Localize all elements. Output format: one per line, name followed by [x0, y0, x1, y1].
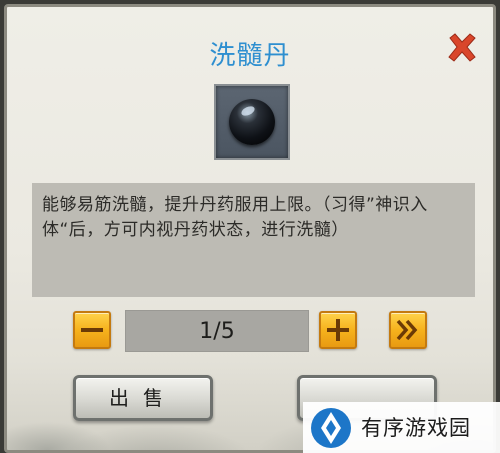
sell-button[interactable]: 出售 [73, 375, 213, 421]
item-description: 能够易筋洗髓，提升丹药服用上限。（习得”神识入体“后，方可内视丹药状态，进行洗髓… [42, 195, 428, 240]
watermark-logo-icon [311, 408, 351, 448]
close-icon [448, 33, 476, 62]
increase-quantity-button[interactable] [319, 311, 357, 349]
quantity-display: 1/5 [125, 310, 309, 352]
item-title: 洗髓丹 [209, 41, 291, 71]
close-button[interactable] [445, 31, 479, 65]
watermark: 有序游戏园 [303, 402, 500, 453]
watermark-text: 有序游戏园 [361, 416, 471, 440]
plus-icon [327, 319, 349, 341]
item-detail-dialog: 洗髓丹 能够易筋洗髓，提升丹药服用上限。（习得”神识入体“后，方可内视丹药状态，… [4, 4, 496, 453]
item-icon-frame [214, 84, 290, 160]
minus-icon [81, 328, 103, 332]
decrease-quantity-button[interactable] [73, 311, 111, 349]
item-description-box: 能够易筋洗髓，提升丹药服用上限。（习得”神识入体“后，方可内视丹药状态，进行洗髓… [32, 183, 475, 297]
double-chevron-right-icon [396, 319, 418, 341]
max-quantity-button[interactable] [389, 311, 427, 349]
black-pill-icon [229, 99, 275, 145]
